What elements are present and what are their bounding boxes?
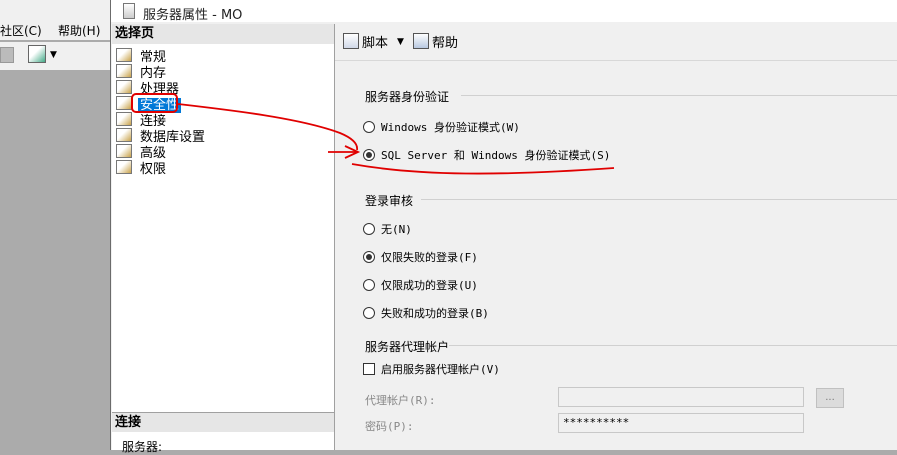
radio-button (363, 279, 375, 291)
toolbar-button-icon[interactable] (0, 47, 14, 63)
menu-help[interactable]: 帮助(H) (58, 22, 100, 39)
page-icon (116, 160, 132, 174)
proxy-account-label: 代理帐户(R): (365, 394, 436, 407)
page-item-security[interactable]: 安全性 (116, 96, 182, 113)
page-icon (116, 144, 132, 158)
security-page: 脚本 ▼ 帮助 服务器身份验证 Windows 身份验证模式(W) SQL Se… (335, 24, 897, 450)
auth-section-title: 服务器身份验证 (365, 90, 450, 104)
page-item-processors[interactable]: 处理器 (116, 80, 181, 97)
script-button[interactable]: 脚本 (343, 33, 388, 51)
radio-button (363, 307, 375, 319)
script-label: 脚本 (362, 36, 389, 51)
section-divider (461, 95, 897, 96)
enable-proxy-checkbox[interactable]: 启用服务器代理帐户(V) (363, 362, 500, 378)
select-page-header: 选择页 (112, 24, 334, 44)
page-icon (116, 80, 132, 94)
page-item-label: 处理器 (140, 82, 180, 97)
server-icon (123, 3, 135, 19)
audit-success-radio[interactable]: 仅限成功的登录(U) (363, 278, 478, 294)
overflow-arrow-icon[interactable]: ▼ (50, 50, 57, 60)
script-icon (343, 33, 359, 49)
help-label: 帮助 (432, 36, 459, 51)
background-workspace (0, 70, 113, 450)
audit-none-radio[interactable]: 无(N) (363, 222, 412, 238)
server-properties-dialog: 服务器属性 - MO 选择页 常规 内存 处理器 安全性 连接 数据库设置 高级… (110, 0, 897, 454)
dialog-toolbar: 脚本 ▼ 帮助 (335, 24, 897, 61)
audit-option-label: 无(N) (381, 223, 412, 236)
radio-button (363, 121, 375, 133)
mixed-auth-radio[interactable]: SQL Server 和 Windows 身份验证模式(S) (363, 148, 610, 164)
page-icon (116, 48, 132, 62)
dialog-title: 服务器属性 - MO (143, 8, 243, 23)
page-item-label: 安全性 (138, 98, 182, 113)
page-item-general[interactable]: 常规 (116, 48, 168, 65)
section-divider (449, 345, 897, 346)
page-item-permissions[interactable]: 权限 (116, 160, 168, 177)
checkbox (363, 363, 375, 375)
proxy-section-title: 服务器代理帐户 (365, 340, 450, 354)
password-label: 密码(P): (365, 420, 414, 433)
connection-server-label: 服务器: (122, 440, 163, 454)
dialog-titlebar[interactable]: 服务器属性 - MO (111, 0, 897, 23)
enable-proxy-label: 启用服务器代理帐户(V) (381, 363, 500, 376)
connection-header: 连接 (112, 412, 334, 432)
page-icon (116, 112, 132, 126)
page-item-label: 权限 (140, 162, 167, 177)
chart-icon[interactable] (28, 45, 46, 63)
script-dropdown-icon[interactable]: ▼ (397, 33, 404, 51)
windows-auth-label: Windows 身份验证模式(W) (381, 121, 520, 134)
radio-button (363, 251, 375, 263)
page-icon (116, 96, 132, 110)
proxy-account-input[interactable] (558, 387, 804, 407)
help-button[interactable]: 帮助 (413, 33, 458, 51)
browse-button[interactable]: ... (816, 388, 844, 408)
background-menubar: 社区(C) 帮助(H) (0, 0, 113, 40)
audit-option-label: 仅限成功的登录(U) (381, 279, 478, 292)
page-item-advanced[interactable]: 高级 (116, 144, 168, 161)
audit-option-label: 失败和成功的登录(B) (381, 307, 489, 320)
page-item-label: 常规 (140, 50, 167, 65)
background-toolbar: ▼ (0, 42, 113, 70)
page-item-label: 数据库设置 (140, 130, 206, 145)
page-item-memory[interactable]: 内存 (116, 64, 168, 81)
password-input[interactable]: ********** (558, 413, 804, 433)
page-item-connections[interactable]: 连接 (116, 112, 168, 129)
select-page-pane: 选择页 常规 内存 处理器 安全性 连接 数据库设置 高级 权限 连接 服务器: (112, 24, 335, 454)
page-icon (116, 64, 132, 78)
windows-auth-radio[interactable]: Windows 身份验证模式(W) (363, 120, 520, 136)
audit-both-radio[interactable]: 失败和成功的登录(B) (363, 306, 489, 322)
audit-option-label: 仅限失败的登录(F) (381, 251, 478, 264)
page-item-database-settings[interactable]: 数据库设置 (116, 128, 207, 145)
audit-failed-radio[interactable]: 仅限失败的登录(F) (363, 250, 478, 266)
mixed-auth-label: SQL Server 和 Windows 身份验证模式(S) (381, 149, 611, 162)
page-item-label: 高级 (140, 146, 167, 161)
radio-button (363, 149, 375, 161)
section-divider (421, 199, 897, 200)
audit-section-title: 登录审核 (365, 194, 414, 208)
page-item-label: 内存 (140, 66, 167, 81)
page-item-label: 连接 (140, 114, 167, 129)
radio-button (363, 223, 375, 235)
page-icon (116, 128, 132, 142)
menu-community[interactable]: 社区(C) (0, 22, 42, 39)
help-icon (413, 33, 429, 49)
